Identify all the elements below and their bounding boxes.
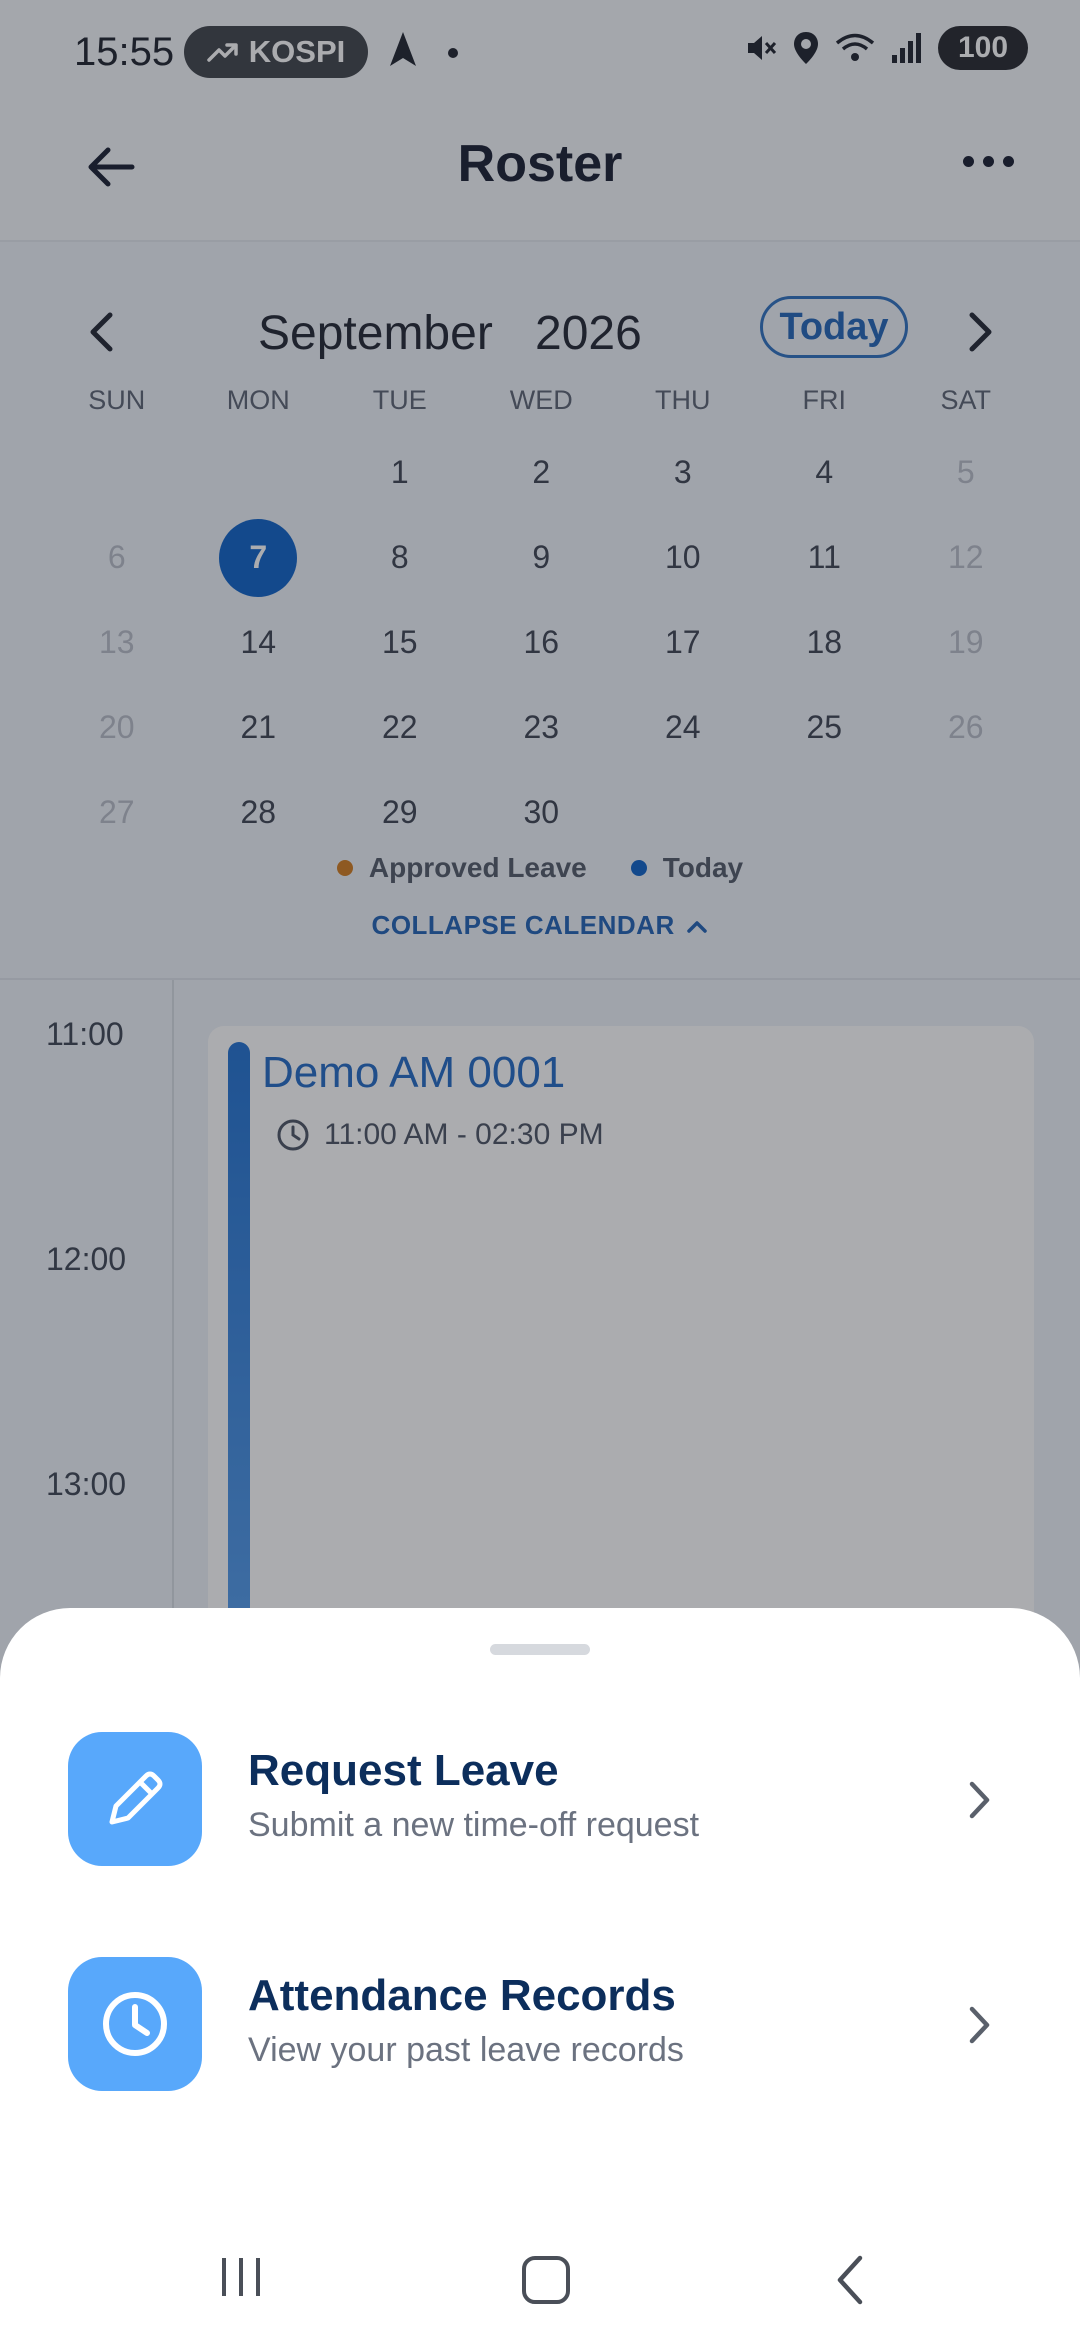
request-leave-action[interactable]: Request Leave Submit a new time-off requ…	[0, 1732, 1080, 1872]
roster-page: 15:55 KOSPI 100 Roster September 2026 To…	[0, 0, 1080, 2340]
action-title: Attendance Records	[248, 1971, 676, 2020]
system-back-icon[interactable]	[830, 2252, 870, 2308]
action-title: Request Leave	[248, 1746, 559, 1795]
action-bottom-sheet: Request Leave Submit a new time-off requ…	[0, 1608, 1080, 2340]
sheet-drag-handle[interactable]	[490, 1644, 590, 1655]
action-subtitle: View your past leave records	[248, 2031, 684, 2069]
attendance-records-action[interactable]: Attendance Records View your past leave …	[0, 1957, 1080, 2097]
action-subtitle: Submit a new time-off request	[248, 1806, 700, 1844]
chevron-right-icon	[969, 2006, 990, 2044]
chevron-right-icon	[969, 1781, 990, 1819]
pencil-icon	[68, 1732, 202, 1866]
clock-icon	[68, 1957, 202, 2091]
home-icon[interactable]	[522, 2256, 570, 2304]
system-nav-bar	[0, 2240, 1080, 2340]
recent-apps-icon[interactable]	[222, 2258, 260, 2296]
